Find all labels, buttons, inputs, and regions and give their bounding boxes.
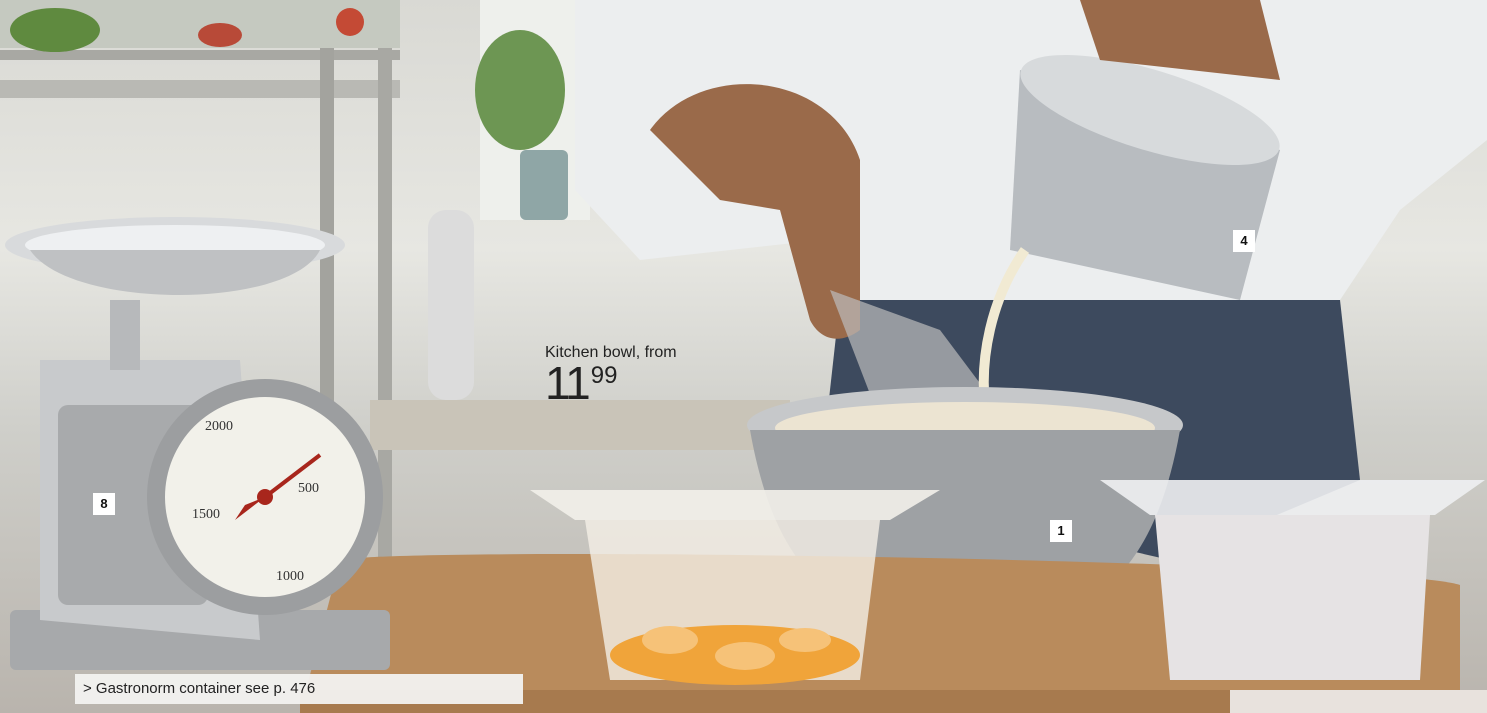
marker-scale: 8 [93,493,115,515]
dial-label: 1500 [192,507,220,522]
gastronorm-reference-link[interactable]: > Gastronorm container see p. 476 [75,674,523,704]
dial-label: 1000 [276,569,304,584]
price-integer: 11 [545,357,591,409]
price: 11 99 [545,360,677,406]
bowl-price-block: Kitchen bowl, from 11 99 [545,344,677,406]
marker-jug: 4 [1233,230,1255,252]
dial-label: 500 [298,481,319,496]
dial-label: 2000 [205,419,233,434]
scale-dial-labels: 2000 500 1500 1000 [192,419,319,584]
marker-bowl: 1 [1050,520,1072,542]
price-decimal: 99 [590,362,618,389]
product-photo-scene: 2000 500 1500 1000 Kitchen bowl, from 11… [0,0,1487,713]
